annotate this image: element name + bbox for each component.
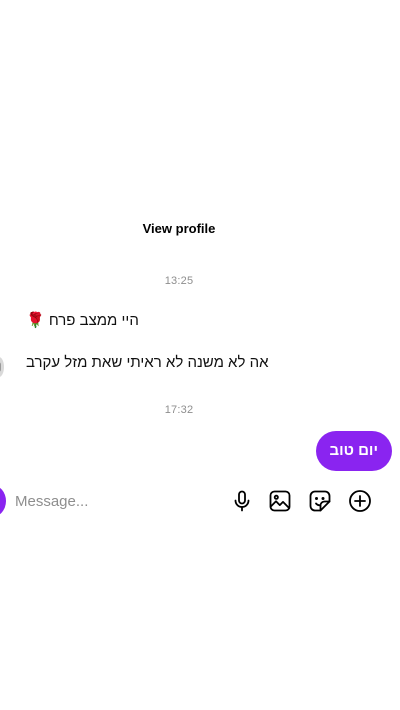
sticker-icon[interactable] bbox=[308, 489, 332, 513]
plus-icon[interactable] bbox=[348, 489, 372, 513]
outgoing-message[interactable]: יום טוב bbox=[315, 431, 392, 471]
incoming-message[interactable]: אה לא משנה לא ראיתי שאת מזל עקרב bbox=[26, 354, 269, 371]
gallery-icon[interactable] bbox=[268, 489, 292, 513]
incoming-message[interactable]: היי ממצב פרח 🌹 bbox=[26, 311, 139, 329]
chat-screen: View profile 13:25 היי ממצב פרח 🌹 אה לא … bbox=[0, 0, 400, 710]
microphone-icon[interactable] bbox=[230, 489, 254, 513]
view-profile-button[interactable]: View profile bbox=[0, 221, 358, 236]
message-timestamp: 13:25 bbox=[164, 275, 194, 287]
message-input[interactable] bbox=[15, 489, 215, 513]
message-timestamp: 17:32 bbox=[164, 404, 194, 416]
message-composer bbox=[0, 484, 400, 518]
camera-button[interactable] bbox=[0, 485, 6, 517]
sender-avatar[interactable] bbox=[0, 357, 4, 377]
